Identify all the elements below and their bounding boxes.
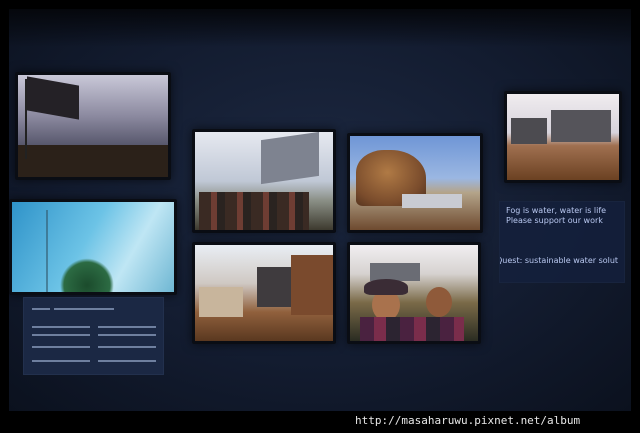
- watermark-url: http://masaharuwu.pixnet.net/album: [355, 414, 581, 427]
- child-face: [426, 287, 452, 317]
- photo-frame: Fog is water, water is life Please suppo…: [0, 0, 640, 433]
- watermark-bar: http://masaharuwu.pixnet.net/album: [0, 411, 640, 433]
- fog-net: [551, 110, 611, 142]
- message-line: Quest: sustainable water solut: [499, 256, 619, 265]
- ridge-fog-nets-photo: [504, 91, 622, 183]
- placard-text-line: [32, 346, 90, 348]
- placard-text-line: [54, 308, 114, 310]
- fog-net: [402, 194, 462, 208]
- message-line: Fog is water, water is life: [506, 206, 607, 215]
- clothing: [360, 317, 464, 341]
- village-fog-nets-photo: [192, 242, 336, 344]
- children-portrait-photo: [347, 242, 481, 344]
- placard-text-line: [32, 334, 90, 336]
- fog-net: [370, 263, 420, 281]
- misty-forest-photo: [9, 199, 177, 295]
- placard-text-line: [32, 326, 90, 328]
- message-panel: Fog is water, water is life Please suppo…: [499, 201, 625, 283]
- fog-net: [511, 118, 547, 144]
- fog-net: [261, 132, 319, 185]
- group-of-people: [199, 192, 309, 230]
- placard-text-line: [32, 360, 90, 362]
- message-line: Please support our work: [506, 216, 603, 225]
- placard-text-line: [98, 326, 156, 328]
- placard-text-line: [98, 346, 156, 348]
- placard-text-line: [98, 334, 156, 336]
- hilltop-flag-photo: [15, 72, 171, 180]
- child-hat: [364, 279, 408, 295]
- exhibition-wall: Fog is water, water is life Please suppo…: [9, 9, 631, 411]
- rock-formation-photo: [347, 133, 483, 233]
- earth-mound: [291, 255, 333, 315]
- house: [199, 287, 243, 317]
- placard-text-line: [98, 360, 156, 362]
- fog-net-pole: [46, 210, 48, 292]
- group-with-fog-net-photo: [192, 129, 336, 233]
- info-placard: [23, 297, 164, 375]
- fog-net: [257, 267, 295, 307]
- tree: [60, 258, 114, 292]
- placard-text-line: [32, 308, 50, 310]
- flag: [27, 76, 79, 120]
- hill-silhouette: [18, 145, 168, 177]
